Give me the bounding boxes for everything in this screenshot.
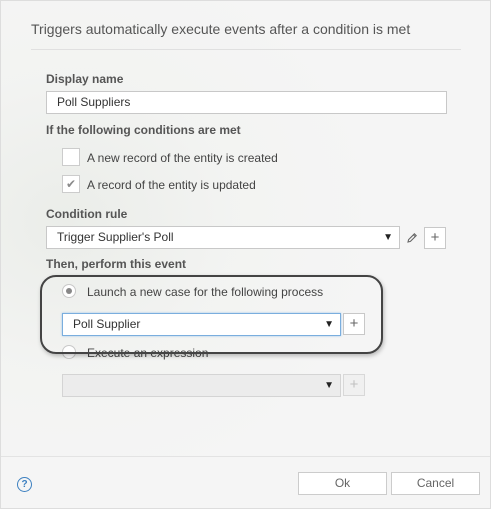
header-divider: [31, 49, 461, 50]
updated-checkbox-label: A record of the entity is updated: [87, 178, 256, 192]
created-checkbox[interactable]: [62, 148, 80, 166]
dialog-footer: ? Ok Cancel: [1, 456, 490, 508]
edit-rule-button[interactable]: [401, 227, 423, 249]
ok-button[interactable]: Ok: [298, 472, 387, 495]
plus-icon: +: [430, 229, 440, 246]
dropdown-arrow-icon: ▼: [324, 380, 334, 391]
updated-checkbox[interactable]: ✔: [62, 175, 80, 193]
annotation-highlight-ring: [40, 275, 383, 354]
add-rule-button[interactable]: +: [424, 227, 446, 249]
plus-icon: +: [349, 376, 359, 393]
conditions-label: If the following conditions are met: [46, 123, 241, 137]
add-expression-button[interactable]: +: [343, 374, 365, 396]
check-icon: ✔: [66, 177, 77, 191]
event-label: Then, perform this event: [46, 257, 187, 271]
dropdown-arrow-icon: ▼: [383, 232, 393, 243]
condition-rule-select[interactable]: Trigger Supplier's Poll ▼: [46, 226, 400, 249]
dialog-description: Triggers automatically execute events af…: [31, 21, 411, 37]
cancel-button[interactable]: Cancel: [391, 472, 480, 495]
display-name-label: Display name: [46, 72, 124, 86]
pencil-icon: [407, 233, 417, 243]
condition-rule-label: Condition rule: [46, 207, 128, 221]
expression-select[interactable]: ▼: [62, 374, 341, 397]
created-checkbox-label: A new record of the entity is created: [87, 151, 278, 165]
help-icon[interactable]: ?: [17, 477, 32, 492]
trigger-dialog: Triggers automatically execute events af…: [0, 0, 491, 509]
display-name-input[interactable]: Poll Suppliers: [46, 91, 447, 114]
condition-rule-value: Trigger Supplier's Poll: [57, 230, 174, 244]
